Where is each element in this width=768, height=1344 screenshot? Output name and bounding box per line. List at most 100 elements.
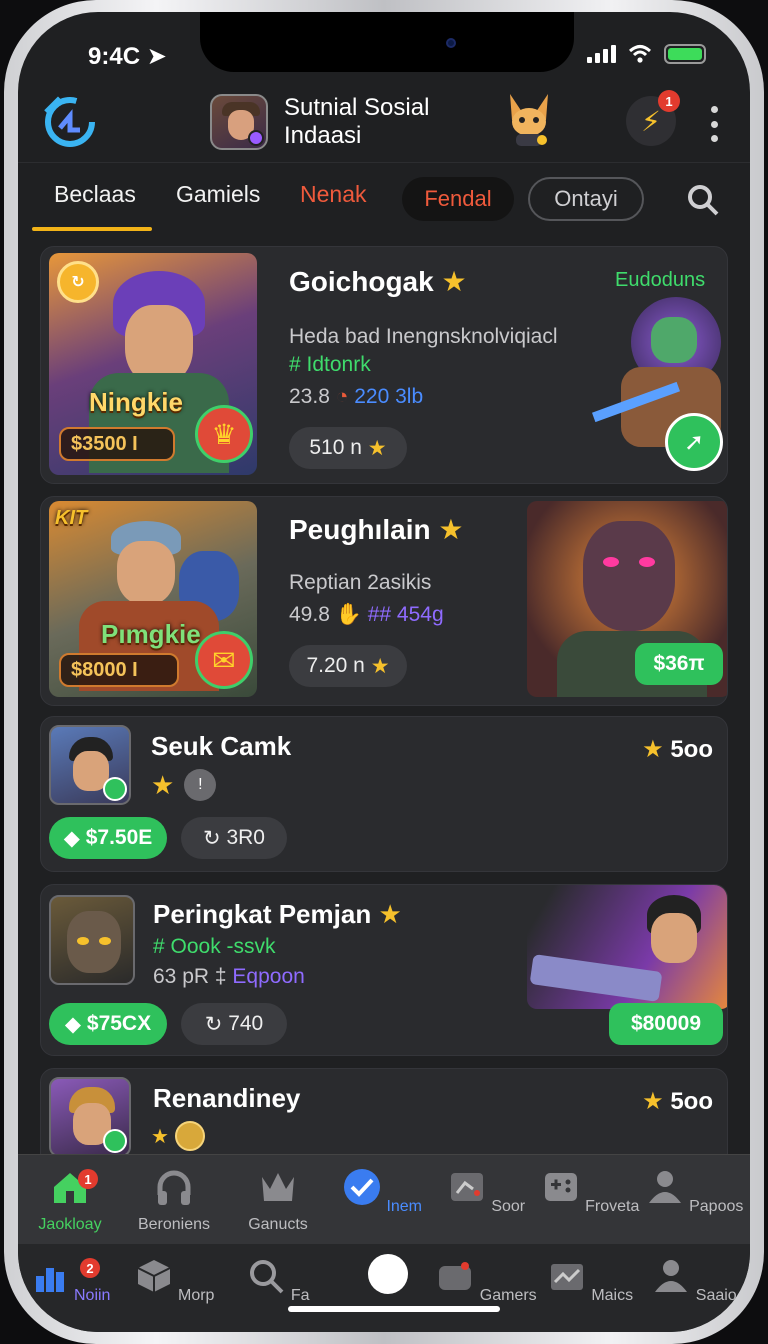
gamepad-icon (544, 1173, 577, 1201)
card-description: Heda bad Inengnsknolviqiacl (289, 325, 558, 348)
game-card[interactable]: Seuk Camk ★ ! ★ 5oo ◆ $7.50E ↻ 3R0 (40, 716, 728, 872)
star-icon: ★ (378, 899, 402, 929)
nav-item-papoos[interactable]: Papoos (642, 1167, 746, 1216)
nav-item-beroniens[interactable]: Beroniens (122, 1167, 226, 1234)
crown-icon: ♛ (211, 418, 237, 450)
nav-item-morp[interactable]: Morp (122, 1256, 226, 1305)
nav-badge: 2 (80, 1258, 100, 1278)
phone-frame: 9:4C ➤ Sutnial Sosial Indaasi ⚡ 1 Beclaa… (4, 0, 764, 1344)
person-icon (648, 1171, 681, 1203)
tab-ontayi[interactable]: Ontayi (528, 177, 644, 221)
category-tabs: Beclaas Gamiels Nenak Fendal Ontayi (18, 162, 750, 234)
card-icons: ★ (151, 1121, 205, 1151)
card-rating: ★ 5oo (642, 736, 713, 763)
rating-pill[interactable]: 7.20 n ★ (289, 645, 407, 687)
star-icon: ★ (642, 736, 664, 763)
refresh-icon: ↻ (203, 826, 221, 850)
star-icon: ★ (151, 1125, 169, 1148)
tab-fendal[interactable]: Fendal (402, 177, 514, 221)
nav-item-froveta[interactable]: Froveta (538, 1167, 642, 1216)
price-button[interactable]: $80009 (609, 1003, 723, 1045)
refresh-icon: ↻ (204, 1012, 223, 1036)
card-title: Peringkat Pemjan ★ (153, 899, 402, 929)
verified-icon (103, 1129, 127, 1153)
app-logo-icon[interactable] (36, 90, 98, 152)
nav-item-noiin[interactable]: 2 Noiin (18, 1256, 122, 1305)
character-art (527, 885, 727, 1009)
front-camera (446, 38, 456, 48)
game-thumbnail (49, 895, 135, 985)
nav-item-gamers[interactable]: Gamers (434, 1256, 538, 1305)
game-thumbnail (49, 1077, 131, 1154)
nav-item-inem[interactable]: Inem (330, 1167, 434, 1216)
mail-icon (550, 1264, 583, 1290)
search-icon[interactable] (686, 183, 720, 217)
tab-nenak[interactable]: Nenak (300, 181, 366, 208)
card-stats: 23.8 ◔ 220 3lb (289, 385, 424, 408)
card-stats: 49.8 ✋ ## 454g (289, 603, 444, 626)
more-options-icon[interactable] (708, 106, 720, 142)
nav-item-soor[interactable]: Soor (434, 1167, 538, 1216)
card-description: Reptian 2asikis (289, 571, 432, 594)
next-arrow-button[interactable]: ➚ (665, 413, 723, 471)
stats-icon (35, 1268, 64, 1292)
status-time: 9:4C ➤ (88, 43, 167, 70)
app-title: Sutnial Sosial Indaasi (284, 94, 430, 149)
nav-item-saaio[interactable]: Saaio (642, 1256, 746, 1305)
tab-beclaas[interactable]: Beclaas (32, 181, 152, 231)
coin-icon (174, 1121, 205, 1151)
card-icons: ★ ! (151, 769, 217, 801)
check-icon (343, 1169, 380, 1205)
nav-badge: 1 (78, 1169, 98, 1189)
game-card[interactable]: Renandiney ★ ★ 5oo (40, 1068, 728, 1154)
rating-pill[interactable]: 510 n ★ (289, 427, 407, 469)
star-icon: ★ (370, 654, 390, 678)
battery-icon (664, 44, 706, 64)
nav-item-fa[interactable]: Fa (226, 1256, 330, 1305)
envelope-icon: ✉ (212, 644, 236, 676)
location-arrow-icon: ➤ (146, 43, 167, 70)
crown-button[interactable]: ♛ (195, 405, 253, 463)
arrow-icon: ➚ (683, 428, 705, 456)
home-indicator[interactable] (288, 1306, 500, 1312)
game-thumbnail (49, 725, 131, 805)
game-card[interactable]: Peringkat Pemjan ★ # Oook -ssvk 63 pR ‡ … (40, 884, 728, 1056)
hand-icon: ✋ (335, 603, 362, 626)
price-button[interactable]: ◆ $75CX (49, 1003, 167, 1045)
price-button[interactable]: $36π (635, 643, 723, 685)
card-title: Goichogak ★ (289, 266, 467, 297)
card-hashtag: # Oook -ssvk (153, 935, 276, 958)
card-hashtag: # Idtonrk (289, 353, 371, 376)
cube-icon (137, 1260, 170, 1292)
center-action-button[interactable] (368, 1254, 408, 1294)
game-card[interactable]: KIT Pımgkie $8000 I ✉ Peughılain ★ Repti… (40, 496, 728, 706)
tag-icon: ◆ (64, 1012, 82, 1036)
tag-icon: ◆ (63, 826, 80, 850)
notification-badge: 1 (658, 90, 680, 112)
card-rating: ★ 5oo (642, 1088, 713, 1115)
signal-icon (587, 45, 616, 63)
thumbnail-price: $8000 I (59, 653, 179, 687)
card-title: Seuk Camk (151, 731, 292, 761)
nav-item-maics[interactable]: Maics (538, 1256, 642, 1305)
thumbnail-title: Pımgkie (101, 619, 201, 649)
star-icon: ★ (438, 514, 464, 545)
screen: 9:4C ➤ Sutnial Sosial Indaasi ⚡ 1 Beclaa… (18, 12, 750, 1332)
nav-item-home[interactable]: 1 Jaokloay (18, 1167, 122, 1234)
star-icon: ★ (367, 436, 387, 460)
header-avatar[interactable] (210, 94, 268, 150)
notification-button[interactable]: ⚡ 1 (626, 90, 680, 146)
nav-item-ganucts[interactable]: Ganucts (226, 1167, 330, 1234)
game-card[interactable]: ↻ Ningkie $3500 I ♛ Goichogak ★ Eudoduns… (40, 246, 728, 484)
mail-button[interactable]: ✉ (195, 631, 253, 689)
headphones-icon (157, 1170, 191, 1205)
count-pill[interactable]: ↻ 740 (181, 1003, 287, 1045)
count-pill[interactable]: ↻ 3R0 (181, 817, 287, 859)
price-button[interactable]: ◆ $7.50E (49, 817, 167, 859)
tab-gamiels[interactable]: Gamiels (176, 181, 260, 208)
card-title: Renandiney (153, 1083, 301, 1113)
secondary-nav: 2 Noiin Morp Fa Gamers Maics Saaio (18, 1244, 750, 1332)
notch (200, 12, 574, 72)
app-header: Sutnial Sosial Indaasi ⚡ 1 (18, 82, 750, 162)
crown-icon (262, 1173, 294, 1201)
